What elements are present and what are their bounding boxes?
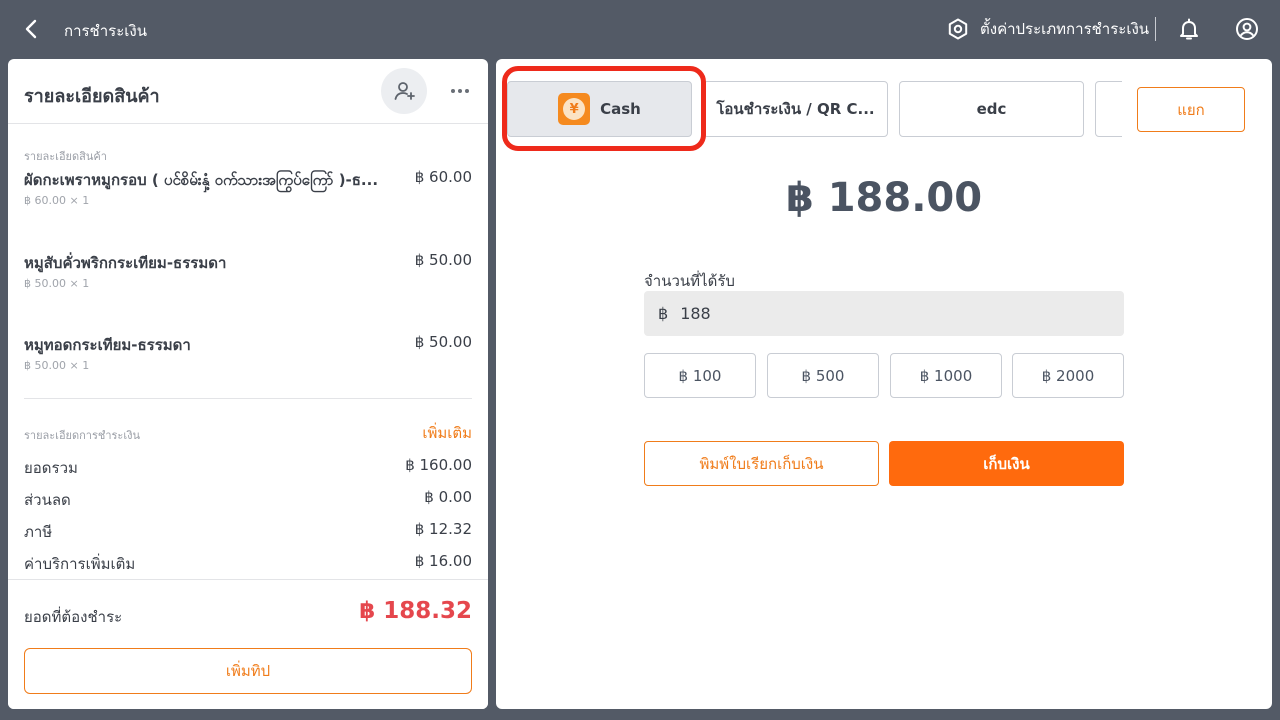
discount-row: ส่วนลด ฿ 0.00	[24, 488, 472, 510]
payment-details-caption: รายละเอียดการชำระเงิน	[24, 429, 140, 442]
order-details-panel: รายละเอียดสินค้า รายละเอียดสินค้า ผัดกะเ…	[8, 59, 488, 709]
items-section-caption: รายละเอียดสินค้า	[24, 150, 107, 163]
split-bill-button[interactable]: แยก	[1137, 87, 1245, 132]
amount-received-label: จำนวนที่ได้รับ	[644, 272, 735, 290]
top-bar: การชำระเงิน ตั้งค่าประเภทการชำระเงิน	[0, 0, 1280, 58]
divider	[24, 398, 472, 399]
summary-label: ภาษี	[24, 523, 53, 541]
quick-amount-500-button[interactable]: ฿ 500	[767, 353, 879, 398]
summary-value: ฿ 16.00	[414, 552, 472, 570]
collect-payment-button[interactable]: เก็บเงิน	[889, 441, 1124, 486]
add-person-icon	[394, 82, 415, 100]
item-name: หมูทอดกระเทียม-ธรรมดา	[24, 336, 191, 354]
item-quantity: ฿ 50.00 × 1	[24, 359, 90, 372]
back-icon[interactable]	[20, 17, 44, 41]
divider	[1155, 17, 1156, 41]
bell-icon[interactable]	[1177, 17, 1201, 41]
tab-label: โอนชำระเงิน / QR C...	[716, 100, 875, 118]
add-tip-button[interactable]: เพิ่มทิป	[24, 648, 472, 694]
amount-due-label: ยอดที่ต้องชำระ	[24, 608, 123, 626]
tab-edc[interactable]: edc	[899, 81, 1084, 137]
payment-panel: ¥ Cash โอนชำระเงิน / QR C... edc แยก ฿ 1…	[496, 59, 1272, 709]
item-name: หมูสับคั่วพริกกระเทียม-ธรรมดา	[24, 254, 227, 272]
order-footer: ยอดที่ต้องชำระ ฿ 188.32 เพิ่มทิป	[8, 579, 488, 709]
account-icon[interactable]	[1235, 17, 1259, 41]
settings-label: ตั้งค่าประเภทการชำระเงิน	[980, 20, 1150, 38]
tab-transfer-qr[interactable]: โอนชำระเงิน / QR C...	[703, 81, 888, 137]
tax-row: ภาษี ฿ 12.32	[24, 520, 472, 542]
settings-icon	[948, 18, 968, 40]
order-details-header: รายละเอียดสินค้า	[8, 59, 488, 124]
subtotal-row: ยอดรวม ฿ 160.00	[24, 456, 472, 478]
item-quantity: ฿ 50.00 × 1	[24, 277, 90, 290]
quick-amount-1000-button[interactable]: ฿ 1000	[890, 353, 1002, 398]
amount-received-value: 188	[680, 304, 711, 323]
page-title: การชำระเงิน	[64, 22, 147, 40]
tab-more-method[interactable]	[1095, 81, 1122, 137]
summary-label: ค่าบริการเพิ่มเติม	[24, 555, 136, 573]
more-options-icon[interactable]	[446, 79, 474, 103]
tab-label: edc	[976, 100, 1007, 118]
currency-symbol: ฿	[658, 304, 669, 323]
summary-value: ฿ 12.32	[414, 520, 472, 538]
quick-amount-100-button[interactable]: ฿ 100	[644, 353, 756, 398]
amount-received-input[interactable]: ฿ 188	[644, 291, 1124, 336]
item-quantity: ฿ 60.00 × 1	[24, 194, 90, 207]
item-price: ฿ 50.00	[414, 333, 472, 351]
payment-total: ฿ 188.00	[785, 175, 983, 221]
add-customer-button[interactable]	[381, 68, 427, 114]
summary-value: ฿ 0.00	[424, 488, 472, 506]
summary-value: ฿ 160.00	[405, 456, 472, 474]
payment-type-settings-button[interactable]: ตั้งค่าประเภทการชำระเงิน	[946, 16, 1149, 42]
item-price: ฿ 50.00	[414, 251, 472, 269]
item-name: ผัดกะเพราหมูกรอบ ( ပင်စိမ်းနှံ့ ဝက်သားအက…	[24, 171, 379, 189]
quick-amount-2000-button[interactable]: ฿ 2000	[1012, 353, 1124, 398]
print-bill-button[interactable]: พิมพ์ใบเรียกเก็บเงิน	[644, 441, 879, 486]
add-more-link[interactable]: เพิ่มเติม	[422, 421, 472, 445]
item-price: ฿ 60.00	[414, 168, 472, 186]
highlight-annotation	[502, 66, 706, 151]
summary-label: ส่วนลด	[24, 491, 71, 509]
service-charge-row: ค่าบริการเพิ่มเติม ฿ 16.00	[24, 552, 472, 574]
order-details-title: รายละเอียดสินค้า	[24, 86, 160, 107]
summary-label: ยอดรวม	[24, 459, 78, 477]
amount-due-value: ฿ 188.32	[359, 598, 472, 624]
